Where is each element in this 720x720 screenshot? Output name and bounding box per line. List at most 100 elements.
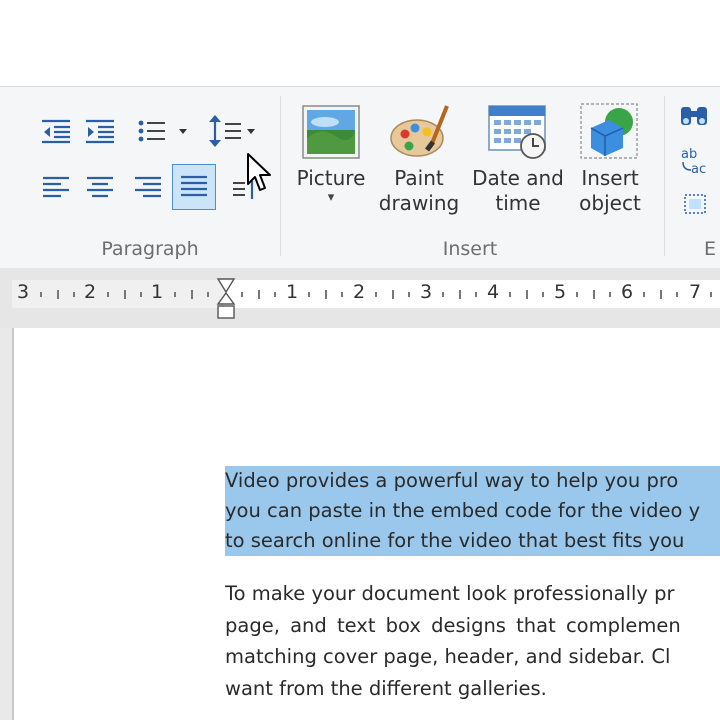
- insert-group-separator: [664, 96, 665, 256]
- ruler-tick: [458, 290, 461, 299]
- text-line: To make your document look professionall…: [225, 582, 675, 605]
- ruler-tick: [207, 292, 210, 297]
- text-line: page, and text box designs that compleme…: [225, 613, 681, 637]
- ruler-number: 2: [353, 281, 366, 303]
- ruler-tick: [609, 292, 612, 297]
- paint-label-line2: drawing: [378, 191, 460, 215]
- paint-drawing-button[interactable]: Paint drawing: [375, 100, 463, 216]
- ruler-tick: [542, 292, 545, 297]
- text-line: Video provides a powerful way to help yo…: [225, 469, 679, 492]
- ruler-tick: [307, 292, 310, 297]
- picture-label: Picture: [296, 166, 366, 190]
- mouse-cursor-icon: [247, 153, 271, 191]
- decrease-indent-button[interactable]: [36, 114, 76, 148]
- paragraph[interactable]: To make your document look professionall…: [225, 578, 720, 704]
- line-spacing-button[interactable]: [204, 112, 260, 150]
- ruler-tick: [190, 290, 193, 299]
- ruler-tick: [123, 290, 126, 299]
- ruler-tick: [676, 292, 679, 297]
- text-line: you can paste in the embed code for the …: [225, 499, 701, 522]
- align-left-button[interactable]: [36, 170, 76, 206]
- ruler-number: 1: [151, 281, 164, 303]
- bullet-list-icon: [138, 120, 187, 142]
- ruler-tick: [408, 292, 411, 297]
- ruler-tick: [257, 290, 260, 299]
- ruler-tick: [240, 292, 243, 297]
- ruler-number: 3: [17, 281, 30, 303]
- ruler-tick: [173, 292, 176, 297]
- ruler-tick: [475, 292, 478, 297]
- ruler-tick: [508, 292, 511, 297]
- binoculars-icon: [681, 107, 707, 125]
- text-line: to search online for the video that best…: [225, 529, 685, 552]
- paint-label-line1: Paint: [394, 166, 444, 190]
- ruler-number: 7: [689, 281, 702, 303]
- ruler-tick: [592, 290, 595, 299]
- svg-text:ab: ab: [681, 147, 697, 162]
- ruler-tick: [441, 292, 444, 297]
- text-line: matching cover page, header, and sidebar…: [225, 645, 671, 668]
- ruler-number: 1: [286, 281, 299, 303]
- paragraph-group-label: Paragraph: [101, 238, 199, 260]
- bullet-list-button[interactable]: [128, 114, 192, 148]
- align-right-button[interactable]: [128, 170, 168, 206]
- line-spacing-icon: [209, 115, 255, 147]
- ruler-tick: [39, 292, 42, 297]
- ruler-tick: [709, 292, 712, 297]
- selected-paragraph[interactable]: Video provides a powerful way to help yo…: [225, 466, 720, 556]
- select-all-icon: [684, 194, 706, 214]
- picture-icon: [302, 105, 360, 159]
- ruler-tick: [525, 290, 528, 299]
- insert-object-label-line2: object: [579, 191, 641, 215]
- calendar-clock-icon: [488, 105, 546, 159]
- find-button[interactable]: [676, 100, 712, 132]
- decrease-indent-icon: [42, 119, 70, 144]
- paragraph-group-separator: [280, 96, 281, 256]
- align-center-icon: [87, 176, 113, 198]
- increase-indent-button[interactable]: [80, 114, 120, 148]
- editing-group-label: E: [704, 238, 717, 260]
- ruler-number: 2: [84, 281, 97, 303]
- ruler-tick: [56, 290, 59, 299]
- ruler-tick: [106, 292, 109, 297]
- picture-button[interactable]: Picture ▾: [290, 100, 372, 205]
- ruler-tick: [659, 290, 662, 299]
- increase-indent-icon: [86, 119, 114, 144]
- align-left-icon: [43, 176, 69, 198]
- ruler-tick: [140, 292, 143, 297]
- hanging-indent-marker[interactable]: [216, 292, 236, 322]
- title-area: [0, 0, 720, 86]
- ruler-left-margin: [12, 280, 225, 308]
- picture-dropdown-arrow[interactable]: ▾: [290, 191, 372, 205]
- ruler-tick: [324, 290, 327, 299]
- justify-icon: [181, 175, 207, 197]
- svg-text:ac: ac: [691, 162, 706, 176]
- select-all-button[interactable]: [680, 190, 710, 218]
- date-time-label-line2: time: [495, 191, 541, 215]
- insert-object-label-line1: Insert: [581, 166, 639, 190]
- ruler-tick: [642, 292, 645, 297]
- justify-button[interactable]: [172, 164, 216, 210]
- ruler-number: 5: [554, 281, 567, 303]
- date-time-label-line1: Date and: [472, 166, 564, 190]
- ruler-tick: [374, 292, 377, 297]
- replace-button[interactable]: ab ac: [678, 144, 714, 178]
- date-and-time-button[interactable]: Date and time: [468, 100, 568, 216]
- align-right-icon: [135, 176, 161, 198]
- paint-palette-icon: [390, 105, 449, 157]
- ruler-number: 6: [621, 281, 634, 303]
- ruler-tick: [391, 290, 394, 299]
- ruler-number: 3: [420, 281, 433, 303]
- ruler[interactable]: [225, 280, 720, 308]
- ruler-tick: [575, 292, 578, 297]
- ruler-tick: [341, 292, 344, 297]
- ruler-number: 4: [487, 281, 500, 303]
- insert-object-icon: [580, 103, 638, 159]
- insert-object-button[interactable]: Insert object: [572, 100, 648, 216]
- ruler-tick: [73, 292, 76, 297]
- replace-icon: ab ac: [681, 147, 706, 176]
- insert-group-label: Insert: [442, 238, 498, 260]
- ruler-tick: [274, 292, 277, 297]
- text-line: want from the different galleries.: [225, 676, 547, 700]
- align-center-button[interactable]: [80, 170, 120, 206]
